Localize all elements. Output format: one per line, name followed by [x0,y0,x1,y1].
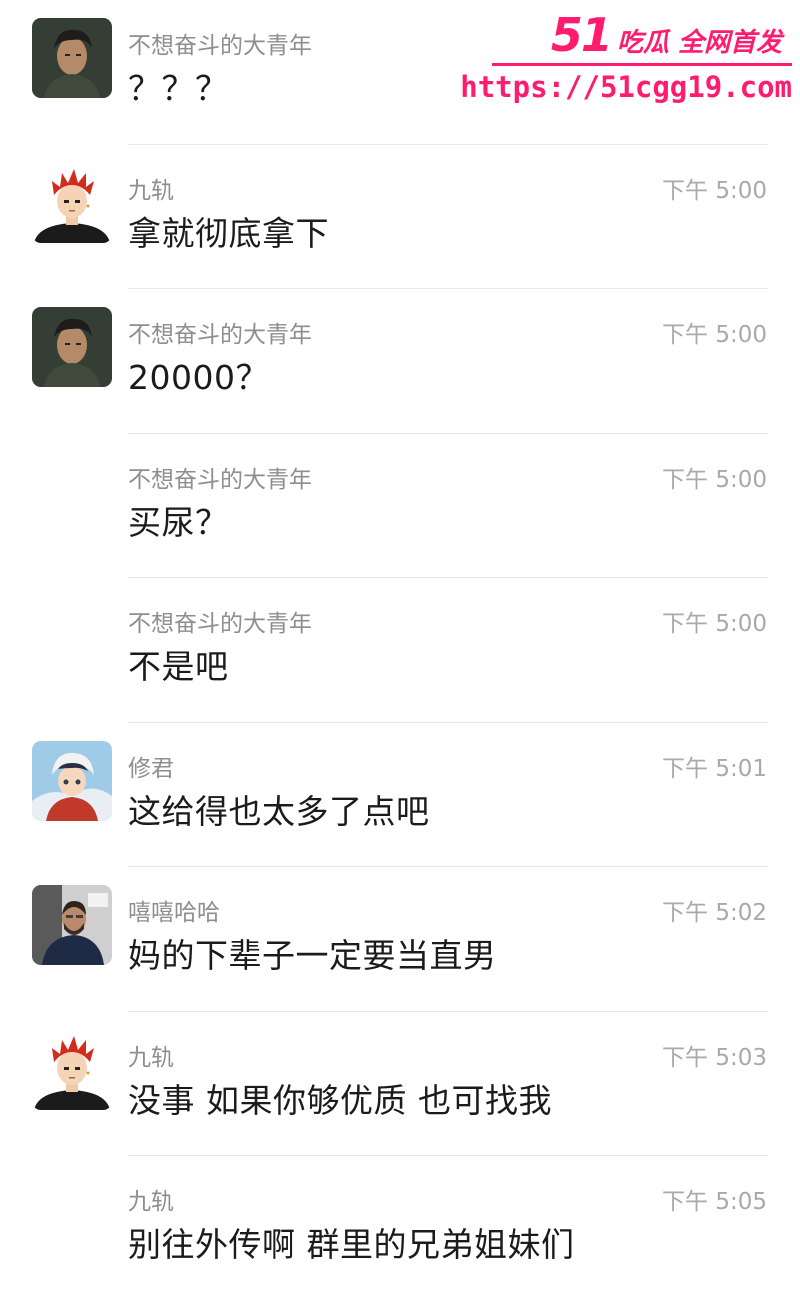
message-row[interactable]: 不想奋斗的大青年 下午 5:00 20000？ [0,289,800,434]
red-hair-cartoon-avatar-icon [32,162,112,243]
avatar[interactable] [32,1029,112,1110]
sender-name: 不想奋斗的大青年 [128,466,312,493]
sender-name: 修君 [128,755,174,782]
sender-name: 不想奋斗的大青年 [128,611,312,637]
sender-name: 不想奋斗的大青年 [128,33,312,59]
sender-name: 九轨 [128,177,174,204]
red-hair-cartoon-avatar-icon [32,1029,112,1110]
watermark-logo: 51 吃瓜 全网首发 [551,8,782,62]
message-text: 没事 如果你够优质 也可找我 [128,1080,552,1120]
office-man-avatar-icon [32,885,112,965]
watermark-underline [492,63,792,66]
message-text: 20000？ [128,358,269,397]
man-portrait-avatar-icon [32,307,112,387]
message-text: 妈的下辈子一定要当直男 [128,936,497,975]
man-portrait-avatar-icon [32,18,112,98]
message-row[interactable]: 修君 下午 5:01 这给得也太多了点吧 [0,723,800,867]
watermark-logo-number: 51 [550,8,613,62]
avatar[interactable] [32,162,112,243]
message-time: 下午 5:00 [662,611,767,637]
message-row[interactable]: 不想奋斗的大青年 下午 5:00 买尿？ [0,434,800,578]
message-time: 下午 5:03 [662,1044,767,1071]
watermark: 51 吃瓜 全网首发 https://51cgg19.com [460,8,792,108]
avatar[interactable] [32,740,112,821]
message-text: ？？？ [128,69,229,108]
message-row[interactable]: 嘻嘻哈哈 下午 5:02 妈的下辈子一定要当直男 [0,867,800,1012]
message-time: 下午 5:00 [662,177,767,204]
message-time: 下午 5:00 [662,322,767,348]
avatar[interactable] [32,18,112,98]
message-row[interactable]: 九轨 下午 5:00 拿就彻底拿下 [0,145,800,289]
message-row[interactable]: 不想奋斗的大青年 下午 5:00 不是吧 [0,578,800,723]
message-text: 买尿？ [128,502,229,542]
sender-name: 不想奋斗的大青年 [128,322,312,348]
message-time: 下午 5:00 [662,466,767,493]
message-time: 下午 5:05 [662,1189,767,1215]
watermark-url: https://51cgg19.com [460,70,792,104]
message-text: 不是吧 [128,647,229,686]
message-row[interactable]: 九轨 下午 5:03 没事 如果你够优质 也可找我 [0,1012,800,1156]
message-row[interactable]: 九轨 下午 5:05 别往外传啊 群里的兄弟姐妹们 [0,1156,800,1301]
watermark-logo-text: 吃瓜 全网首发 [616,28,782,58]
anime-boy-avatar-icon [32,740,112,821]
avatar[interactable] [32,307,112,387]
message-text: 这给得也太多了点吧 [128,791,430,831]
sender-name: 九轨 [128,1044,174,1071]
message-time: 下午 5:01 [662,755,767,782]
chat-message-list: 不想奋斗的大青年 ？？？ 九轨 下午 5:00 拿就彻底拿下 不想奋斗的大青年 … [0,0,800,1264]
message-time: 下午 5:02 [662,900,767,926]
avatar[interactable] [32,885,112,965]
sender-name: 嘻嘻哈哈 [128,900,220,926]
message-text: 拿就彻底拿下 [128,213,329,253]
sender-name: 九轨 [128,1189,174,1215]
